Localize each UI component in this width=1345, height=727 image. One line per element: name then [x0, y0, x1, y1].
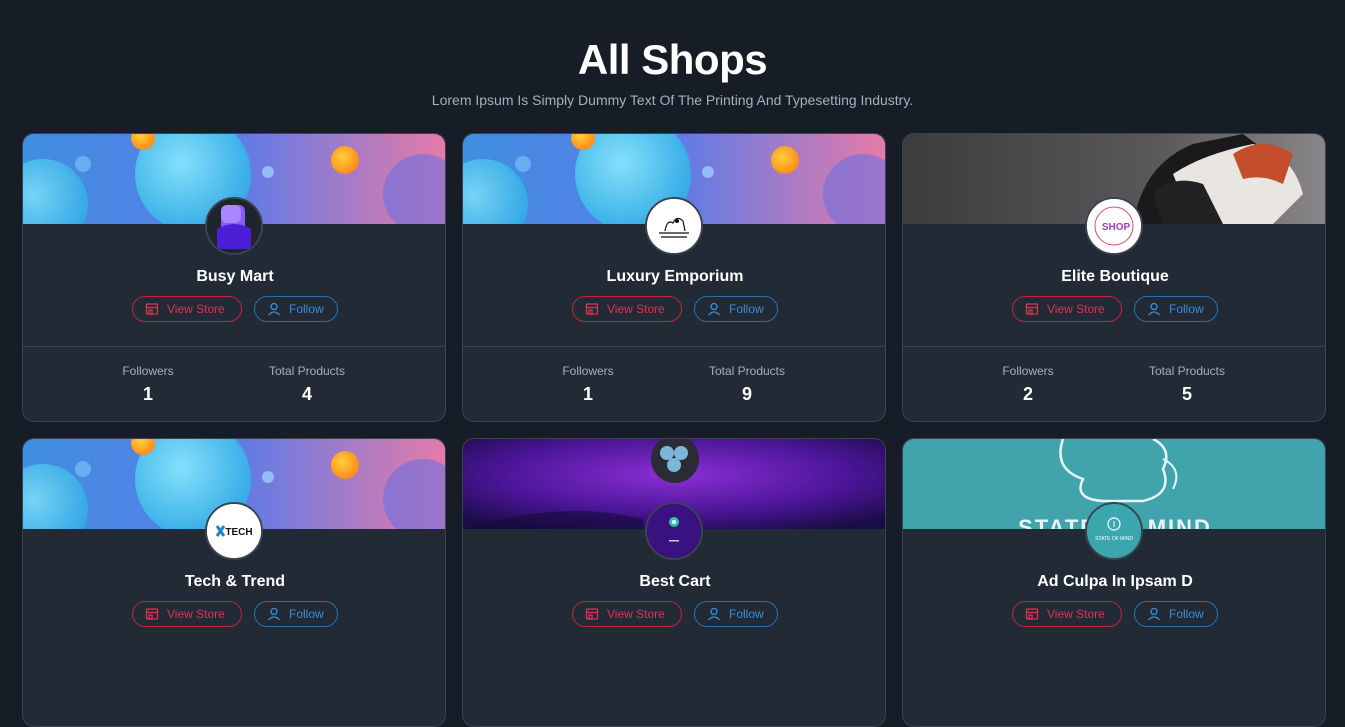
followers-stat: Followers 1 — [538, 364, 638, 405]
shop-actions: View Store Follow — [572, 601, 778, 627]
shop-card: TECH Tech & Trend View Store Follow — [22, 438, 446, 727]
total-products-stat: Total Products 4 — [257, 364, 357, 405]
shop-logo — [645, 197, 703, 255]
store-icon — [585, 302, 599, 316]
followers-label: Followers — [1002, 364, 1054, 378]
view-store-label: View Store — [1047, 302, 1105, 316]
followers-label: Followers — [122, 364, 174, 378]
total-products-label: Total Products — [268, 364, 346, 378]
page-subtitle: Lorem Ipsum Is Simply Dummy Text Of The … — [431, 92, 914, 108]
shops-grid: Busy Mart View Store Follow Followers 1 … — [22, 133, 1326, 727]
shop-logo: TECH — [205, 502, 263, 560]
total-products-count: 9 — [741, 384, 752, 404]
shop-actions: View Store Follow — [1012, 601, 1218, 627]
shop-card: Best Cart View Store Follow — [462, 438, 886, 727]
shop-name: Busy Mart — [196, 268, 274, 285]
follow-button[interactable]: Follow — [694, 601, 778, 627]
view-store-label: View Store — [167, 302, 225, 316]
shop-name: Tech & Trend — [184, 573, 286, 590]
follow-button[interactable]: Follow — [694, 296, 778, 322]
followers-count: 1 — [142, 384, 153, 404]
follow-button[interactable]: Follow — [1134, 296, 1218, 322]
shop-actions: View Store Follow — [132, 601, 338, 627]
store-icon — [1025, 302, 1039, 316]
follow-label: Follow — [1169, 302, 1204, 316]
state-of-mind-logo-text: STATE OF MIND — [1095, 536, 1133, 542]
shop-name: Elite Boutique — [1061, 268, 1169, 285]
shop-name: Luxury Emporium — [606, 268, 744, 285]
shop-card: Busy Mart View Store Follow Followers 1 … — [22, 133, 446, 422]
total-products-label: Total Products — [708, 364, 786, 378]
store-icon — [145, 607, 159, 621]
user-icon — [1147, 607, 1161, 621]
view-store-button[interactable]: View Store — [132, 601, 242, 627]
store-icon — [585, 607, 599, 621]
follow-button[interactable]: Follow — [254, 296, 338, 322]
follow-label: Follow — [729, 302, 764, 316]
shop-actions: View Store Follow — [1012, 296, 1218, 322]
user-icon — [1147, 302, 1161, 316]
follow-button[interactable]: Follow — [254, 601, 338, 627]
store-icon — [145, 302, 159, 316]
view-store-label: View Store — [1047, 607, 1105, 621]
view-store-button[interactable]: View Store — [572, 601, 682, 627]
user-icon — [267, 607, 281, 621]
tech-logo-text: TECH — [225, 527, 252, 538]
page-title: All Shops — [577, 36, 768, 83]
total-products-count: 5 — [1181, 384, 1192, 404]
shop-logo: STATE OF MIND — [1085, 502, 1143, 560]
view-store-button[interactable]: View Store — [1012, 601, 1122, 627]
follow-label: Follow — [289, 302, 324, 316]
shop-logo — [205, 197, 263, 255]
view-store-button[interactable]: View Store — [132, 296, 242, 322]
total-products-stat: Total Products 5 — [1137, 364, 1237, 405]
shop-logo-text: SHOP — [1102, 222, 1131, 233]
follow-button[interactable]: Follow — [1134, 601, 1218, 627]
shop-card: SHOP Elite Boutique View Store Follow Fo… — [902, 133, 1326, 422]
view-store-label: View Store — [167, 607, 225, 621]
card-divider — [23, 346, 445, 347]
followers-label: Followers — [562, 364, 614, 378]
follow-label: Follow — [729, 607, 764, 621]
follow-label: Follow — [289, 607, 324, 621]
follow-label: Follow — [1169, 607, 1204, 621]
shop-name: Best Cart — [639, 573, 711, 590]
followers-stat: Followers 1 — [98, 364, 198, 405]
shop-actions: View Store Follow — [572, 296, 778, 322]
shop-logo: SHOP — [1085, 197, 1143, 255]
shop-logo — [645, 502, 703, 560]
total-products-label: Total Products — [1148, 364, 1226, 378]
card-divider — [903, 346, 1325, 347]
followers-count: 1 — [582, 384, 593, 404]
user-icon — [267, 302, 281, 316]
shop-actions: View Store Follow — [132, 296, 338, 322]
shop-card: Luxury Emporium View Store Follow Follow… — [462, 133, 886, 422]
total-products-stat: Total Products 9 — [697, 364, 797, 405]
store-icon — [1025, 607, 1039, 621]
followers-stat: Followers 2 — [978, 364, 1078, 405]
followers-count: 2 — [1022, 384, 1033, 404]
user-icon — [707, 607, 721, 621]
view-store-label: View Store — [607, 607, 665, 621]
view-store-button[interactable]: View Store — [572, 296, 682, 322]
card-divider — [463, 346, 885, 347]
shop-name: Ad Culpa In Ipsam D — [1037, 573, 1193, 590]
shop-card: STATE OF MIND STATE OF MIND Ad Culpa In … — [902, 438, 1326, 727]
view-store-button[interactable]: View Store — [1012, 296, 1122, 322]
view-store-label: View Store — [607, 302, 665, 316]
user-icon — [707, 302, 721, 316]
total-products-count: 4 — [301, 384, 312, 404]
